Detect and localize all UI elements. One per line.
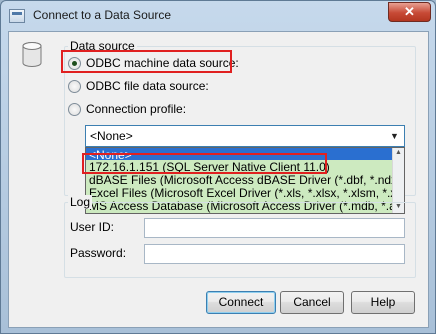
combo-selected-value: <None> — [88, 128, 135, 144]
login-group-label: Log — [68, 195, 93, 209]
dropdown-item-dbase[interactable]: dBASE Files (Microsoft Access dBASE Driv… — [86, 173, 392, 187]
login-group — [64, 202, 416, 278]
title-bar[interactable]: Connect to a Data Source ✕ — [1, 1, 435, 31]
help-button[interactable]: Help — [351, 291, 415, 314]
password-label: Password: — [70, 246, 127, 260]
radio-odbc-file-label[interactable]: ODBC file data source: — [86, 79, 209, 93]
window-title: Connect to a Data Source — [33, 8, 172, 22]
radio-odbc-file-button[interactable] — [68, 79, 81, 93]
radio-connection-profile-button[interactable] — [68, 102, 81, 116]
radio-odbc-file[interactable]: ODBC file data source: — [68, 79, 209, 93]
sql-server-highlight — [82, 153, 327, 174]
connect-button[interactable]: Connect — [206, 291, 276, 314]
chevron-down-icon[interactable]: ▼ — [386, 127, 403, 145]
data-source-icon — [9, 9, 25, 23]
odbc-machine-highlight — [61, 50, 232, 73]
dialog-client-area: Data source ODBC machine data source: OD… — [8, 31, 429, 328]
data-source-combo[interactable]: <None> ▼ — [85, 125, 405, 147]
scroll-up-icon[interactable]: ▲ — [395, 149, 402, 156]
dialog-window: Connect to a Data Source ✕ Data source O… — [0, 0, 436, 334]
dropdown-item-excel[interactable]: Excel Files (Microsoft Excel Driver (*.x… — [86, 186, 392, 200]
cancel-button[interactable]: Cancel — [280, 291, 344, 314]
password-input[interactable] — [144, 244, 405, 264]
close-icon: ✕ — [404, 4, 415, 19]
database-cylinder-icon — [22, 42, 42, 67]
radio-connection-profile[interactable]: Connection profile: — [68, 102, 186, 116]
radio-connection-profile-label[interactable]: Connection profile: — [86, 102, 186, 116]
close-button[interactable]: ✕ — [388, 2, 431, 22]
user-id-label: User ID: — [70, 220, 115, 234]
user-id-input[interactable] — [144, 218, 405, 238]
